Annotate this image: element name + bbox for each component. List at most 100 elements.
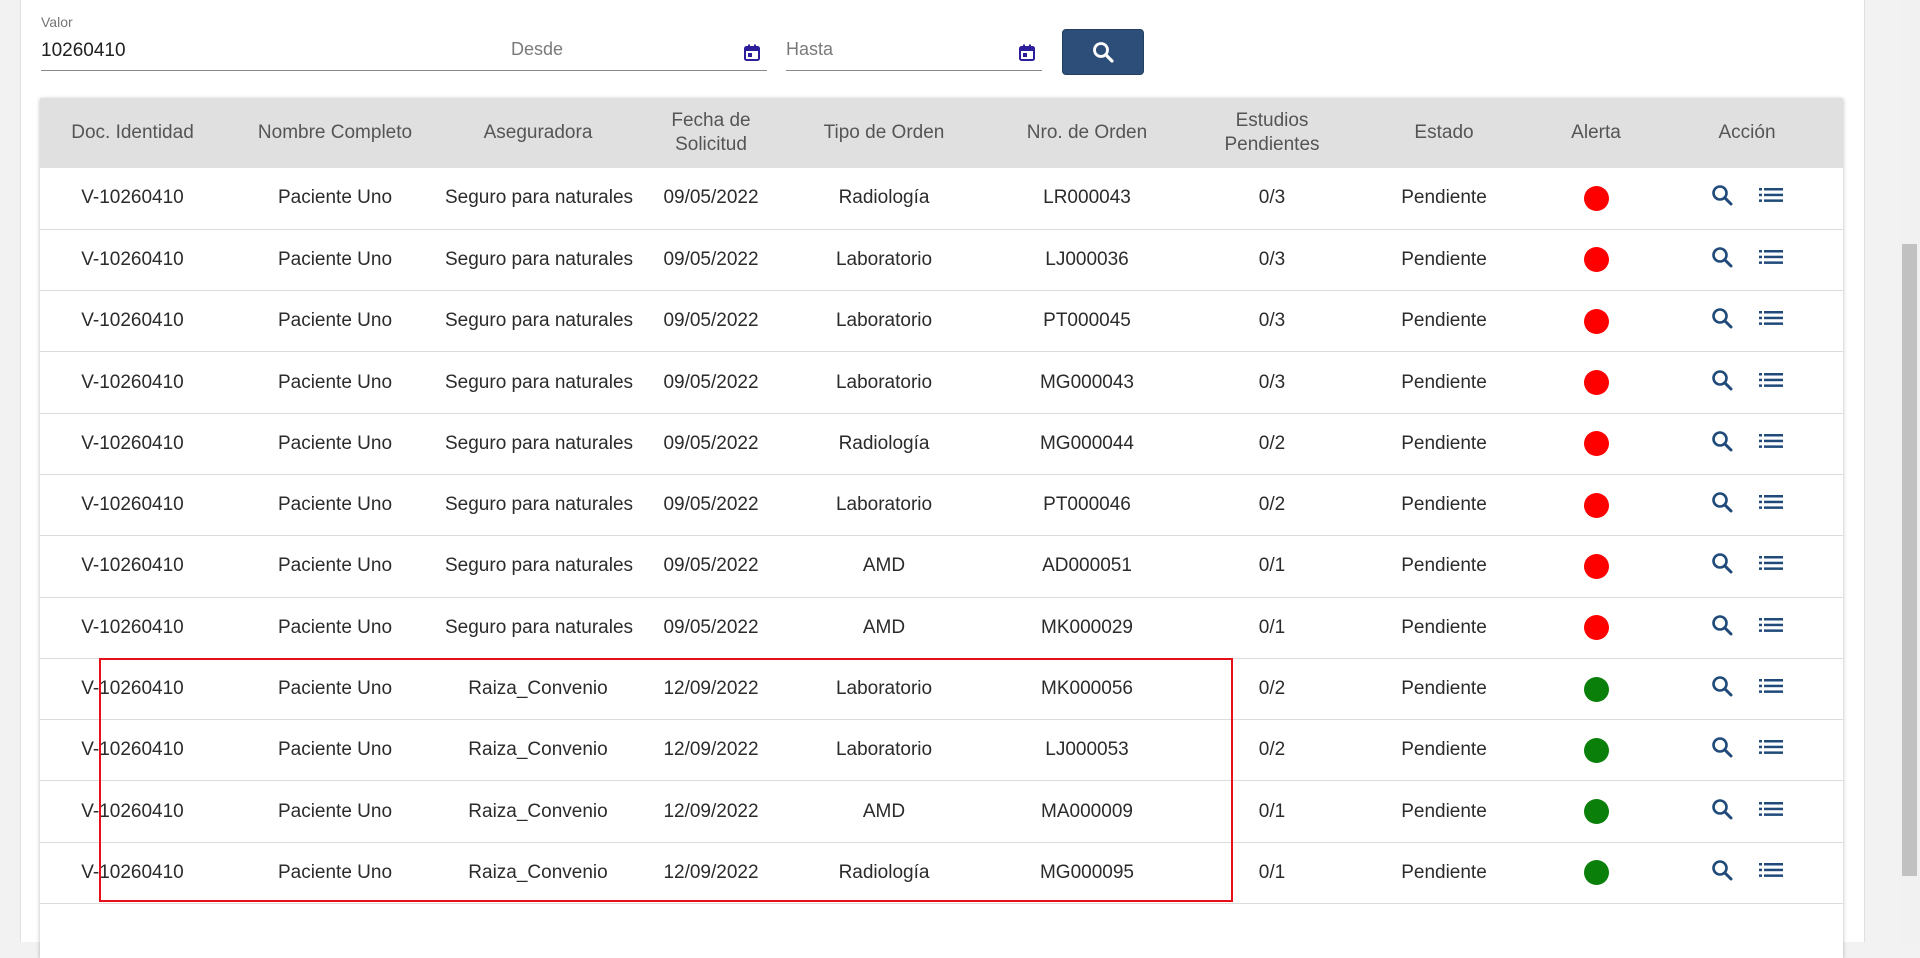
calendar-icon[interactable] [1019,44,1035,61]
table-row[interactable]: V-10260410 Paciente Uno Seguro para natura… [40,474,1843,536]
cell-estado: Pendiente [1401,739,1487,761]
list-details-icon[interactable] [1758,308,1784,334]
header-estudios-line2: Pendientes [1224,134,1320,155]
row-actions [1710,735,1784,765]
list-details-icon[interactable] [1758,737,1784,763]
cell-estudios-pendientes: 0/1 [1258,555,1286,577]
search-button[interactable] [1062,29,1144,75]
view-search-icon[interactable] [1710,551,1734,581]
cell-fecha-solicitud: 12/09/2022 [663,800,759,822]
list-details-icon[interactable] [1758,492,1784,518]
valor-field[interactable]: Valor 10260410 [41,0,512,72]
alert-status-icon [1583,553,1609,579]
cell-aseguradora: Raiza_Convenio [468,800,608,822]
list-details-icon[interactable] [1758,799,1784,825]
view-search-icon[interactable] [1710,735,1734,765]
view-search-icon[interactable] [1710,429,1734,459]
table-row[interactable]: V-10260410 Paciente Uno Seguro para natura… [40,536,1843,598]
scrollbar-thumb[interactable] [1902,244,1917,876]
table-row[interactable]: V-10260410 Paciente Uno Seguro para natura… [40,413,1843,475]
view-search-icon[interactable] [1710,797,1734,827]
alert-status-icon [1583,308,1609,334]
table-row[interactable]: V-10260410 Paciente Uno Raiza_Convenio 12/0… [40,781,1843,843]
orders-table-card: Doc. Identidad Nombre Completo Asegurado… [40,98,1843,958]
cell-estudios-pendientes: 0/3 [1258,371,1286,393]
cell-alerta [1541,536,1651,597]
cell-nombre-completo: Paciente Uno [277,861,393,883]
orders-table: Doc. Identidad Nombre Completo Asegurado… [40,98,1843,904]
cell-fecha-solicitud: 09/05/2022 [663,616,759,638]
cell-fecha-solicitud: 09/05/2022 [663,432,759,454]
header-fecha-line2: Solicitud [675,134,747,155]
cell-alerta [1541,720,1651,781]
header-estudios-pendientes[interactable]: Estudios Pendientes [1197,98,1347,168]
hasta-input[interactable]: Hasta [786,39,833,60]
cell-nombre-completo: Paciente Uno [277,678,393,700]
alert-status-icon [1583,185,1609,211]
cell-estudios-pendientes: 0/3 [1258,248,1286,270]
cell-estado: Pendiente [1401,248,1487,270]
cell-aseguradora: Seguro para naturales [445,555,634,577]
alert-status-icon [1583,799,1609,825]
header-estado[interactable]: Estado [1347,98,1541,168]
list-details-icon[interactable] [1758,615,1784,641]
calendar-icon[interactable] [744,44,760,61]
list-details-icon[interactable] [1758,860,1784,886]
valor-input[interactable]: 10260410 [41,40,126,62]
cell-doc-identidad: V-10260410 [81,555,184,577]
list-details-icon[interactable] [1758,431,1784,457]
row-actions [1710,797,1784,827]
cell-nro-orden: MG000095 [1039,861,1134,883]
table-row[interactable]: V-10260410 Paciente Uno Raiza_Convenio 12/0… [40,658,1843,720]
table-row[interactable]: V-10260410 Paciente Uno Raiza_Convenio 12/0… [40,720,1843,781]
header-nro-orden[interactable]: Nro. de Orden [977,98,1197,168]
cell-nro-orden: MG000044 [1039,432,1134,454]
cell-fecha-solicitud: 09/05/2022 [663,494,759,516]
table-row[interactable]: V-10260410 Paciente Uno Raiza_Convenio 12/0… [40,842,1843,904]
view-search-icon[interactable] [1710,306,1734,336]
view-search-icon[interactable] [1710,183,1734,213]
cell-aseguradora: Seguro para naturales [445,187,634,209]
row-actions [1710,429,1784,459]
hasta-field[interactable]: Hasta [786,0,1042,72]
cell-tipo-orden: Laboratorio [835,248,933,270]
cell-doc-identidad: V-10260410 [81,616,184,638]
desde-field[interactable]: Desde [511,0,767,72]
view-search-icon[interactable] [1710,490,1734,520]
list-details-icon[interactable] [1758,553,1784,579]
list-details-icon[interactable] [1758,185,1784,211]
view-search-icon[interactable] [1710,613,1734,643]
header-tipo-orden[interactable]: Tipo de Orden [791,98,977,168]
cell-doc-identidad: V-10260410 [81,494,184,516]
cell-estado: Pendiente [1401,187,1487,209]
header-fecha-solicitud[interactable]: Fecha de Solicitud [631,98,791,168]
list-details-icon[interactable] [1758,676,1784,702]
cell-accion [1651,536,1843,597]
view-search-icon[interactable] [1710,245,1734,275]
header-nombre-completo[interactable]: Nombre Completo [225,98,445,168]
table-row[interactable]: V-10260410 Paciente Uno Seguro para natura… [40,597,1843,659]
cell-estado: Pendiente [1401,310,1487,332]
header-aseguradora[interactable]: Aseguradora [445,98,631,168]
view-search-icon[interactable] [1710,858,1734,888]
cell-alerta [1541,168,1651,229]
cell-nro-orden: MK000056 [1041,678,1133,700]
view-search-icon[interactable] [1710,674,1734,704]
table-row[interactable]: V-10260410 Paciente Uno Seguro para natura… [40,352,1843,414]
cell-accion [1651,168,1843,229]
table-row[interactable]: V-10260410 Paciente Uno Seguro para natura… [40,229,1843,291]
row-actions [1710,245,1784,275]
row-actions [1710,551,1784,581]
header-doc-identidad[interactable]: Doc. Identidad [40,98,225,168]
row-actions [1710,674,1784,704]
table-row[interactable]: V-10260410 Paciente Uno Seguro para natura… [40,291,1843,352]
list-details-icon[interactable] [1758,370,1784,396]
cell-estado: Pendiente [1401,678,1487,700]
header-alerta[interactable]: Alerta [1541,98,1651,168]
list-details-icon[interactable] [1758,247,1784,273]
cell-alerta [1541,597,1651,658]
desde-input[interactable]: Desde [511,39,563,60]
view-search-icon[interactable] [1710,368,1734,398]
cell-accion [1651,597,1843,658]
table-row[interactable]: V-10260410 Paciente Uno Seguro para natura… [40,168,1843,230]
